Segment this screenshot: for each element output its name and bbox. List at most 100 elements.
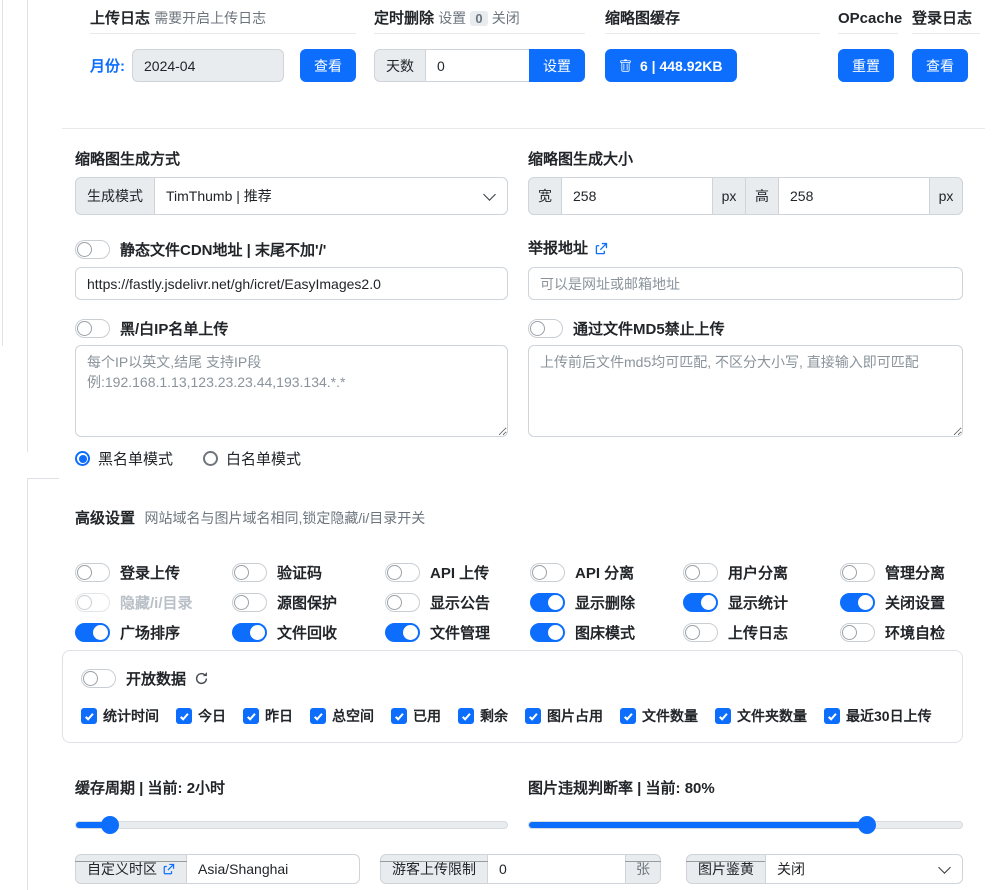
open-data-toggle[interactable] [81,669,116,688]
report-address-input[interactable] [528,267,963,300]
toggle-验证码[interactable] [232,563,267,582]
thumb-size-title: 缩略图生成大小 [528,150,963,170]
timed-delete-title: 定时删除 设置 0 关闭 [374,8,585,29]
switch-cell: 显示公告 [385,592,490,612]
toggle-上传日志[interactable] [683,623,718,642]
external-link-icon[interactable] [594,242,608,256]
toggle-label: 隐藏/i/目录 [120,592,193,613]
trash-icon [619,59,632,73]
slider-track [528,821,963,829]
checkbox-文件夹数量[interactable] [715,708,731,724]
violation-rate-block: 图片违规判断率 | 当前: 80% [528,779,963,834]
checkbox-今日[interactable] [176,708,192,724]
chevron-down-icon [483,188,496,201]
md5-textarea[interactable] [528,345,963,437]
porn-check-group: 图片鉴黄 关闭 [686,854,963,884]
toggle-label: 登录上传 [120,562,180,583]
height-unit: px [929,177,963,215]
advanced-switch-grid: 登录上传验证码API 上传API 分离用户分离管理分离隐藏/i/目录源图保护显示… [75,562,987,644]
checkbox-统计时间[interactable] [81,708,97,724]
toggle-源图保护[interactable] [232,593,267,612]
view-login-log-button[interactable]: 查看 [912,49,968,82]
card-border-corner-top [27,478,59,479]
thumb-mode-select[interactable]: TimThumb | 推荐 [154,177,508,215]
cdn-url-input[interactable] [75,267,508,300]
timed-delete-section: 定时删除 设置 0 关闭 天数 设置 [374,8,585,82]
stat-checkbox-row: 统计时间今日昨日总空间已用剩余图片占用文件数量文件夹数量最近30日上传 [81,706,932,726]
checkbox-label: 统计时间 [103,706,159,726]
days-input[interactable] [425,49,530,82]
toggle-文件回收[interactable] [232,623,267,642]
ip-list-textarea[interactable] [75,345,508,437]
switch-cell: 显示删除 [530,592,635,612]
toggle-显示统计[interactable] [683,593,718,612]
stat-checkbox-item: 统计时间 [81,706,159,726]
slider-thumb[interactable] [101,816,119,834]
checkbox-已用[interactable] [391,708,407,724]
checkbox-label: 最近30日上传 [846,706,932,726]
toggle-API 上传[interactable] [385,563,420,582]
stat-checkbox-item: 今日 [176,706,226,726]
checkbox-最近30日上传[interactable] [824,708,840,724]
thumb-width-input[interactable] [561,177,713,215]
blacklist-mode-radio[interactable] [75,451,90,466]
ip-list-toggle[interactable] [75,319,110,338]
checkbox-label: 今日 [198,706,226,726]
external-link-icon[interactable] [162,863,175,876]
switch-cell: 文件管理 [385,622,490,642]
checkbox-昨日[interactable] [243,708,259,724]
toggle-用户分离[interactable] [683,563,718,582]
switch-cell: 显示统计 [683,592,788,612]
thumb-mode-addon: 生成模式 [75,177,155,215]
md5-ban-label: 通过文件MD5禁止上传 [573,318,725,339]
set-days-button[interactable]: 设置 [529,49,585,82]
thumb-cache-title: 缩略图缓存 [605,8,820,29]
stat-checkbox-item: 剩余 [458,706,508,726]
month-input[interactable] [132,49,284,82]
height-addon: 高 [745,177,779,215]
cdn-toggle[interactable] [75,240,110,259]
opcache-reset-button[interactable]: 重置 [838,49,894,82]
thumb-height-input[interactable] [778,177,930,215]
toggle-文件管理[interactable] [385,623,420,642]
porn-check-select[interactable]: 关闭 [765,854,963,884]
violation-rate-slider[interactable] [528,816,963,834]
toggle-环境自检[interactable] [840,623,875,642]
clear-thumb-cache-button[interactable]: 6 | 448.92KB [605,49,737,82]
upload-log-section: 上传日志 需要开启上传日志 月份: 查看 [90,8,356,82]
refresh-icon[interactable] [194,671,209,686]
stat-checkbox-item: 图片占用 [525,706,603,726]
toggle-广场排序[interactable] [75,623,110,642]
toggle-管理分离[interactable] [840,563,875,582]
stat-checkbox-item: 总空间 [310,706,374,726]
thumb-mode-title: 缩略图生成方式 [75,150,508,170]
toggle-显示公告[interactable] [385,593,420,612]
toggle-label: API 上传 [430,562,489,583]
guest-limit-addon: 游客上传限制 [380,854,488,884]
toggle-登录上传[interactable] [75,563,110,582]
toggle-图床模式[interactable] [530,623,565,642]
cache-period-slider[interactable] [75,816,508,834]
slider-thumb[interactable] [858,816,876,834]
whitelist-mode-radio[interactable] [203,451,218,466]
switch-cell: 验证码 [232,562,322,582]
guest-limit-input[interactable] [487,854,626,884]
checkbox-文件数量[interactable] [620,708,636,724]
view-upload-log-button[interactable]: 查看 [300,49,356,82]
switch-cell: 登录上传 [75,562,180,582]
toggle-显示删除[interactable] [530,593,565,612]
checkbox-总空间[interactable] [310,708,326,724]
stat-checkbox-item: 最近30日上传 [824,706,932,726]
stat-checkbox-item: 已用 [391,706,441,726]
toggle-label: 显示公告 [430,592,490,613]
login-log-section: 登录日志 查看 [912,8,980,82]
thumb-size-block: 缩略图生成大小 宽 px 高 px [528,150,963,215]
card-border-left-inner [27,0,28,452]
checkbox-剩余[interactable] [458,708,474,724]
checkbox-label: 已用 [413,706,441,726]
toggle-API 分离[interactable] [530,563,565,582]
md5-ban-toggle[interactable] [528,319,563,338]
toggle-关闭设置[interactable] [840,593,875,612]
checkbox-图片占用[interactable] [525,708,541,724]
timezone-input[interactable] [186,854,360,884]
